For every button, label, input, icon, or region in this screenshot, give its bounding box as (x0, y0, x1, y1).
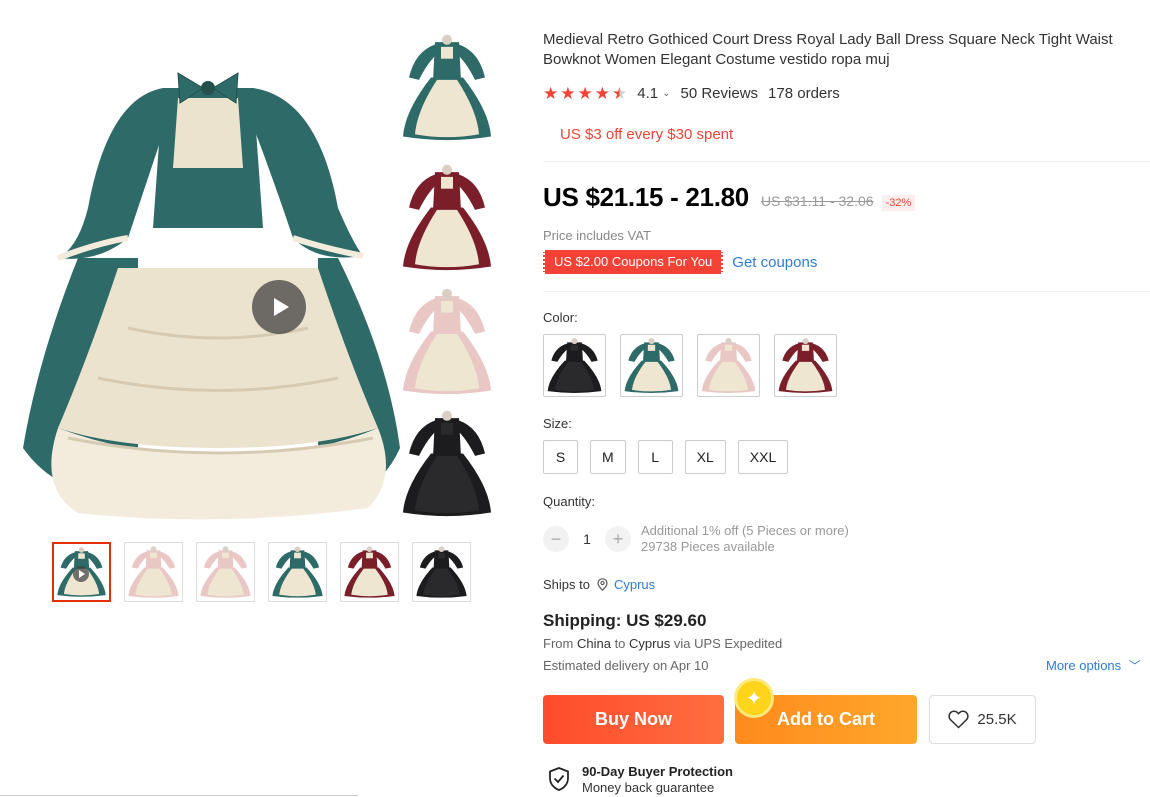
star-icon: ★ (560, 84, 576, 103)
color-option-burgundy[interactable] (774, 334, 837, 397)
size-label: Size: (543, 416, 572, 431)
estimated-delivery: Estimated delivery on Apr 10 (543, 658, 709, 673)
thumbnail-1[interactable] (52, 542, 111, 602)
main-product-image[interactable] (18, 28, 402, 524)
thumbnail-5[interactable] (340, 542, 399, 602)
rating-row: ★ ★ ★ ★ ★ 4.1 ⌄ 50 Reviews 178 orders (543, 85, 840, 102)
color-label: Color: (543, 310, 578, 325)
stock-available: 29738 Pieces available (641, 539, 775, 554)
chevron-down-icon: ﹀ (1128, 659, 1141, 673)
protection-subtitle: Money back guarantee (582, 780, 715, 795)
increase-quantity-button[interactable]: + (605, 526, 631, 552)
product-title: Medieval Retro Gothiced Court Dress Roya… (543, 31, 1113, 68)
quantity-stepper: − 1 + Additional 1% off (5 Pieces or mor… (543, 523, 849, 555)
divider (543, 291, 1150, 292)
color-option-black[interactable] (543, 334, 606, 397)
origin-country: China (576, 636, 611, 651)
star-icon: ★ (577, 84, 593, 103)
heart-icon (948, 710, 970, 729)
quantity-input[interactable]: 1 (569, 531, 605, 547)
rating-value[interactable]: 4.1 (637, 85, 658, 102)
coupon-row: US $2.00 Coupons For You Get coupons (543, 250, 817, 274)
reviews-link[interactable]: 50 Reviews (681, 85, 759, 102)
discount-badge: -32% (881, 195, 916, 211)
thumbnail-4[interactable] (268, 542, 327, 602)
protection-title: 90-Day Buyer Protection (582, 764, 733, 779)
ships-to-label: Ships to (543, 577, 590, 592)
shipping-method: via UPS Expedited (673, 636, 783, 651)
original-price: US $31.11 - 32.06 (760, 193, 874, 209)
size-option-s[interactable]: S (543, 440, 578, 474)
more-options-label: More options (1046, 658, 1122, 673)
chevron-down-icon[interactable]: ⌄ (662, 88, 670, 99)
shipping-cost: Shipping: US $29.60 (543, 611, 707, 630)
side-image-burgundy[interactable] (397, 158, 497, 276)
shipping-route: From China to Cyprus via UPS Expedited (543, 636, 782, 651)
thumbnail-strip (52, 542, 471, 602)
color-options (543, 334, 837, 397)
wishlist-count: 25.5K (977, 711, 1017, 728)
location-pin-icon (597, 578, 608, 591)
side-image-teal[interactable] (397, 28, 497, 146)
thumbnail-6[interactable] (412, 542, 471, 602)
size-option-xl[interactable]: XL (684, 440, 726, 474)
thumbnail-2[interactable] (124, 542, 183, 602)
ships-to-row: Ships to Cyprus (543, 577, 655, 592)
divider (543, 161, 1150, 162)
color-option-pink[interactable] (697, 334, 760, 397)
vat-note: Price includes VAT (543, 228, 651, 243)
size-option-m[interactable]: M (590, 440, 626, 474)
thumbnail-3[interactable] (196, 542, 255, 602)
size-options: S M L XL XXL (543, 440, 789, 474)
dress-illustration (23, 72, 400, 520)
divider (0, 795, 358, 796)
bulk-discount-note: Additional 1% off (5 Pieces or more) (641, 523, 849, 538)
store-promo[interactable]: US $3 off every $30 spent (560, 126, 733, 143)
route-to-label: to (614, 636, 626, 651)
side-image-black[interactable] (397, 404, 497, 522)
add-to-cart-button[interactable]: ✦ Add to Cart (735, 681, 917, 744)
quantity-info: Additional 1% off (5 Pieces or more) 297… (641, 523, 849, 555)
wishlist-button[interactable]: 25.5K (929, 695, 1036, 744)
side-image-pink[interactable] (397, 282, 497, 400)
current-price: US $21.15 - 21.80 (543, 182, 749, 212)
play-icon (73, 566, 89, 582)
size-option-l[interactable]: L (637, 440, 673, 474)
star-rating: ★ ★ ★ ★ ★ (543, 85, 627, 102)
size-option-xxl[interactable]: XXL (737, 440, 789, 474)
shield-check-icon (549, 767, 569, 791)
play-video-button[interactable] (252, 280, 306, 334)
more-shipping-options-link[interactable]: More options ﹀ (1046, 657, 1141, 674)
quantity-label: Quantity: (543, 494, 596, 509)
add-to-cart-label: Add to Cart (777, 709, 875, 729)
ship-country-link[interactable]: Cyprus (614, 577, 655, 592)
buyer-protection[interactable]: 90-Day Buyer Protection Money back guara… (548, 764, 733, 796)
color-option-teal[interactable] (620, 334, 683, 397)
buy-now-button[interactable]: Buy Now (543, 695, 724, 744)
coupon-tag[interactable]: US $2.00 Coupons For You (543, 250, 724, 274)
star-icon: ★ (543, 84, 559, 103)
price-row: US $21.15 - 21.80 US $31.11 - 32.06 -32% (543, 182, 916, 213)
decrease-quantity-button[interactable]: − (543, 526, 569, 552)
route-from-label: From (543, 636, 574, 651)
star-icon: ★ (594, 84, 610, 103)
purchase-actions: Buy Now ✦ Add to Cart 25.5K (543, 681, 1036, 744)
destination-country: Cyprus (629, 636, 671, 651)
sparkle-icon: ✦ (737, 681, 771, 715)
orders-count: 178 orders (768, 85, 840, 102)
get-coupons-link[interactable]: Get coupons (732, 254, 817, 271)
product-info-panel: Medieval Retro Gothiced Court Dress Roya… (543, 30, 1150, 795)
star-half-icon: ★ (612, 84, 628, 103)
